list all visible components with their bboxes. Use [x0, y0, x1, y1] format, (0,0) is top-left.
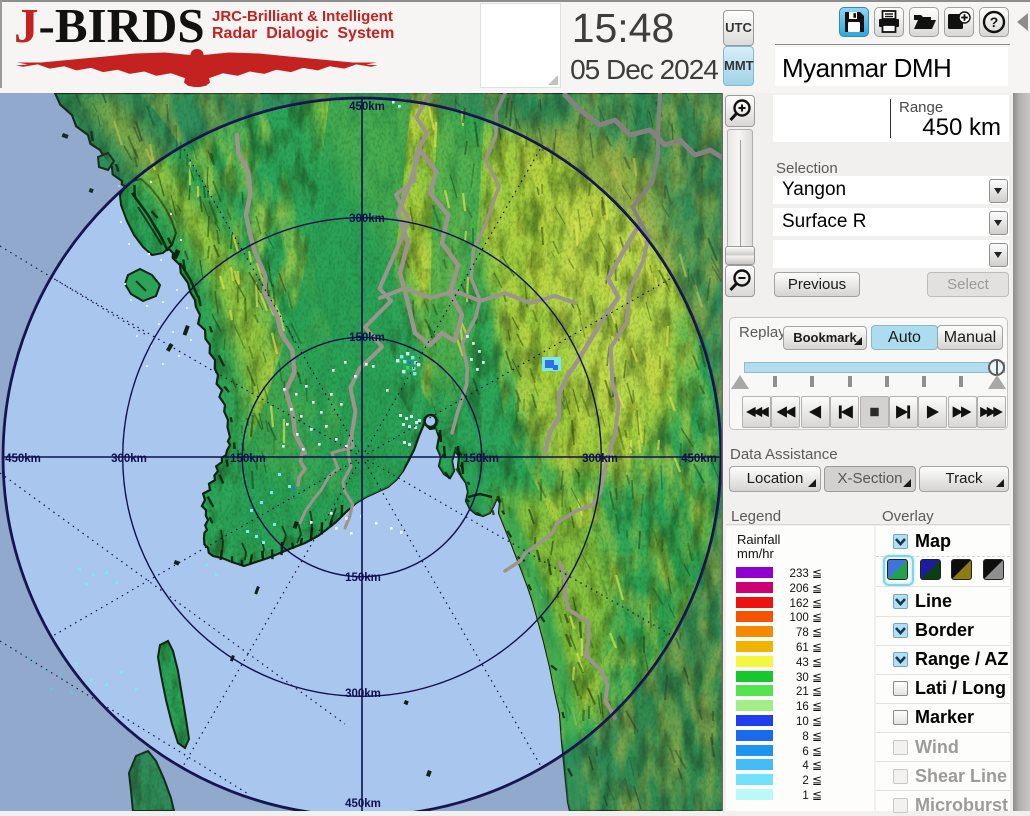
- svg-text:?: ?: [990, 14, 999, 30]
